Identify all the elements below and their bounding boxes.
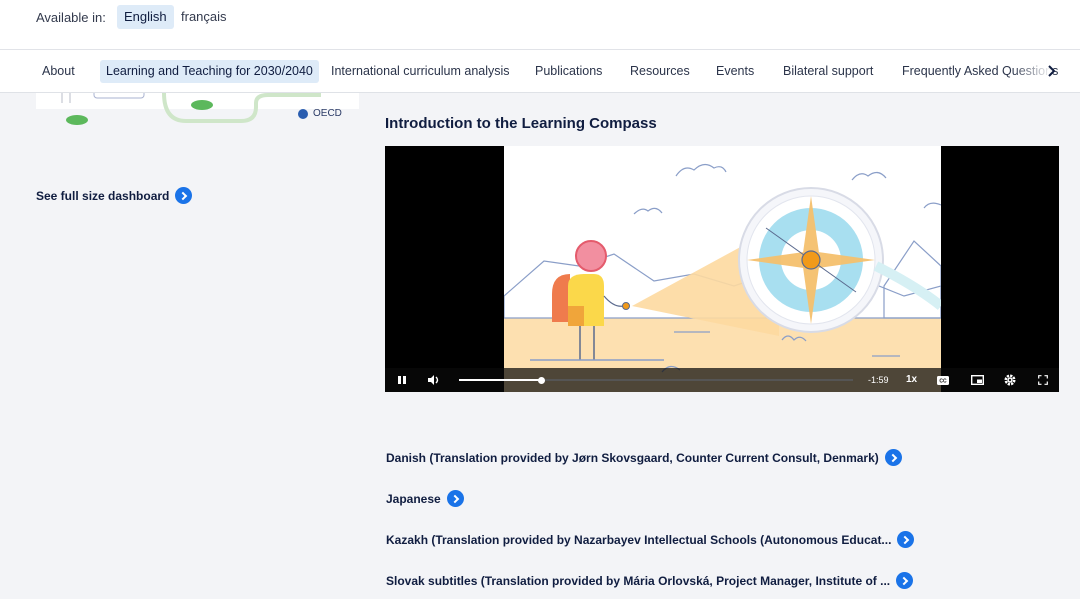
translation-label: Japanese <box>386 492 441 506</box>
nav-item-learning-teaching[interactable]: Learning and Teaching for 2030/2040 <box>100 60 319 83</box>
nav-item-bilateral-support[interactable]: Bilateral support <box>777 60 879 83</box>
captions-button[interactable]: CC <box>935 368 951 392</box>
translation-label: Kazakh (Translation provided by Nazarbay… <box>386 533 892 547</box>
volume-button[interactable] <box>425 368 443 392</box>
arrow-right-icon <box>896 572 914 590</box>
playback-speed-button[interactable]: 1x <box>906 368 917 392</box>
translation-label: Danish (Translation provided by Jørn Sko… <box>386 451 879 465</box>
language-bar: Available in: English français <box>0 0 1080 50</box>
nav-item-resources[interactable]: Resources <box>624 60 696 83</box>
progress-fill <box>459 379 542 381</box>
dashboard-thumbnail[interactable]: OECD <box>36 93 359 130</box>
svg-text:CC: CC <box>939 378 947 384</box>
arrow-right-icon <box>446 490 464 508</box>
language-french[interactable]: français <box>174 5 234 29</box>
volume-icon <box>428 375 439 385</box>
oecd-logo-text: OECD <box>313 108 342 119</box>
fullscreen-button[interactable] <box>1034 368 1052 392</box>
translation-link-japanese[interactable]: Japanese <box>386 490 464 508</box>
translation-link-danish[interactable]: Danish (Translation provided by Jørn Sko… <box>386 449 902 467</box>
chevron-right-icon[interactable] <box>1044 63 1060 79</box>
picture-in-picture-icon <box>970 375 984 385</box>
arrow-right-icon <box>897 531 915 549</box>
dashboard-graphic <box>36 93 359 125</box>
picture-in-picture-button[interactable] <box>968 368 986 392</box>
main-nav: About Learning and Teaching for 2030/204… <box>0 50 1080 93</box>
arrow-right-icon <box>175 187 193 205</box>
available-in-label: Available in: <box>36 10 106 25</box>
nav-item-curriculum-analysis[interactable]: International curriculum analysis <box>325 60 516 83</box>
video-controls: -1:59 1x CC <box>385 368 1059 392</box>
fullscreen-icon <box>1038 375 1048 385</box>
progress-handle[interactable] <box>538 376 546 384</box>
pause-button[interactable] <box>393 368 411 392</box>
translation-link-kazakh[interactable]: Kazakh (Translation provided by Nazarbay… <box>386 531 915 549</box>
translation-label: Slovak subtitles (Translation provided b… <box>386 574 891 588</box>
remaining-time: -1:59 <box>868 375 889 385</box>
gear-icon <box>1004 374 1016 386</box>
video-player[interactable]: -1:59 1x CC <box>385 146 1059 392</box>
video-title: Introduction to the Learning Compass <box>385 115 657 132</box>
video-frame-illustration <box>504 146 941 392</box>
see-full-dashboard-label: See full size dashboard <box>36 189 170 203</box>
nav-item-events[interactable]: Events <box>710 60 760 83</box>
arrow-right-icon <box>884 449 902 467</box>
translation-link-slovak[interactable]: Slovak subtitles (Translation provided b… <box>386 572 914 590</box>
progress-bar[interactable] <box>459 376 853 384</box>
settings-button[interactable] <box>1001 368 1019 392</box>
nav-item-publications[interactable]: Publications <box>529 60 608 83</box>
captions-icon: CC <box>937 375 949 385</box>
see-full-dashboard-link[interactable]: See full size dashboard <box>36 187 193 205</box>
nav-item-about[interactable]: About <box>36 60 81 83</box>
language-english[interactable]: English <box>117 5 174 29</box>
pause-icon <box>398 376 406 384</box>
